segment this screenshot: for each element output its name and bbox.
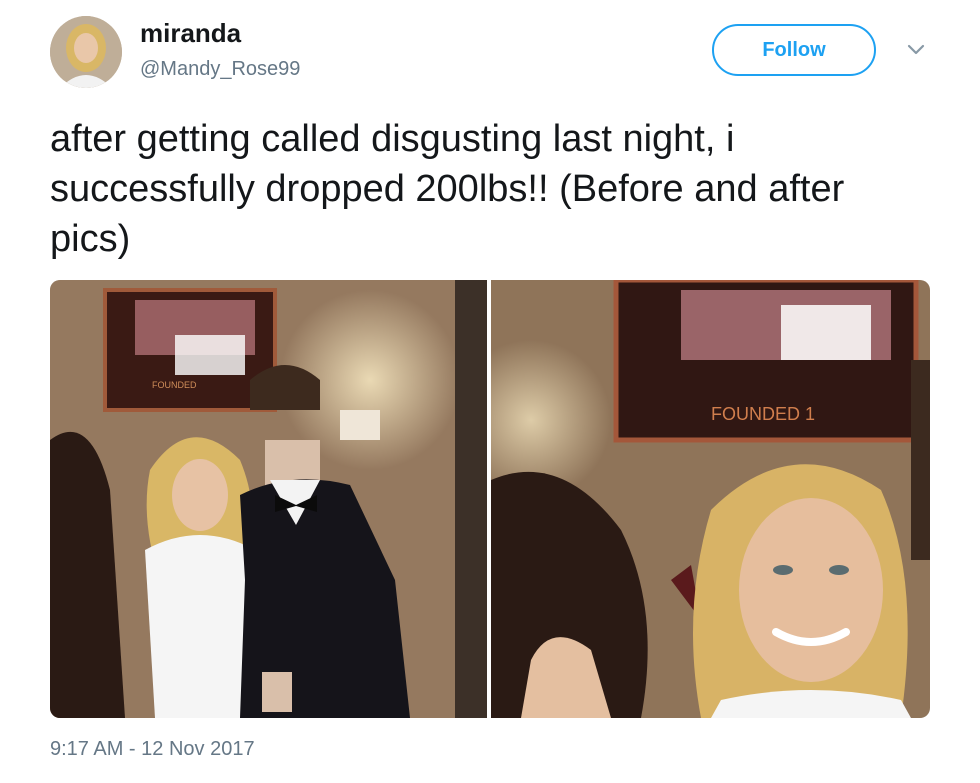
- chevron-down-icon[interactable]: [905, 38, 927, 60]
- photo-before[interactable]: FOUNDED: [50, 280, 487, 718]
- sign-text-left: FOUNDED: [152, 380, 197, 390]
- user-handle[interactable]: @Mandy_Rose99: [140, 58, 300, 81]
- sign-text-right: FOUNDED 1: [711, 404, 815, 424]
- avatar-photo: [50, 16, 122, 88]
- tweet-text: after getting called disgusting last nig…: [50, 118, 845, 260]
- display-name[interactable]: miranda: [140, 18, 241, 49]
- photo-after[interactable]: FOUNDED 1: [491, 280, 930, 718]
- tweet-timestamp[interactable]: 9:17 AM - 12 Nov 2017: [50, 738, 255, 761]
- tweet-media: FOUNDED FOUNDED 1: [50, 280, 930, 718]
- avatar[interactable]: [50, 16, 122, 88]
- follow-button[interactable]: Follow: [712, 24, 876, 76]
